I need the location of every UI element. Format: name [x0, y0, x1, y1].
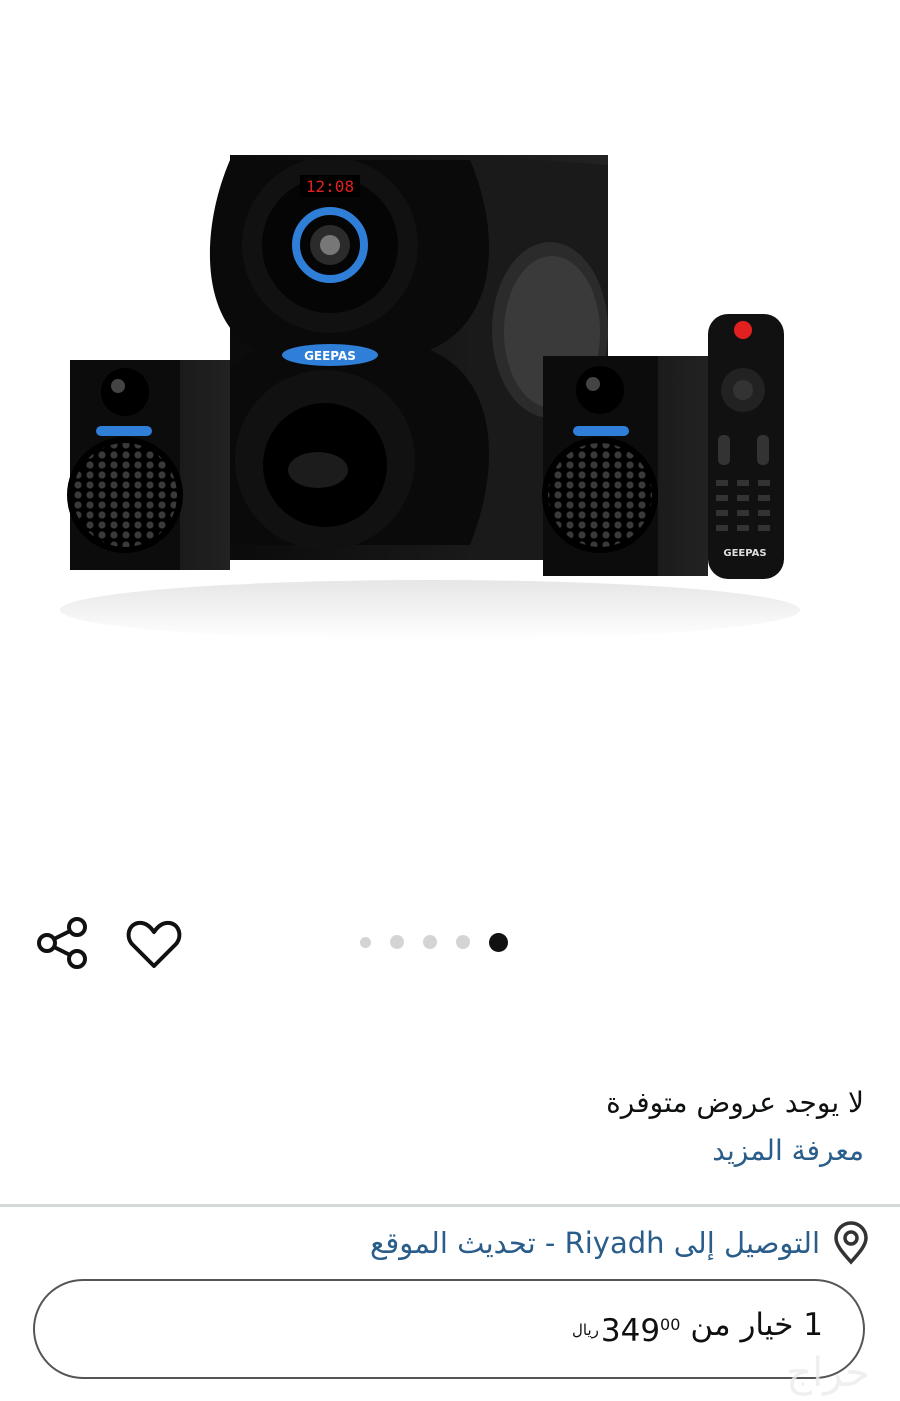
image-pagination — [360, 928, 540, 956]
delivery-location[interactable]: التوصيل إلى Riyadh - تحديث الموقع — [370, 1218, 870, 1268]
price-currency: ريال — [571, 1321, 599, 1339]
pagination-dot-active[interactable] — [489, 932, 508, 952]
buying-options-button[interactable]: 1 خيار من ريال 349 00 — [33, 1279, 865, 1379]
options-count-label: 1 خيار من — [690, 1307, 823, 1343]
learn-more-link[interactable]: معرفة المزيد — [712, 1134, 864, 1167]
pagination-dot[interactable] — [423, 935, 437, 949]
price-fraction: 00 — [660, 1315, 681, 1334]
delivery-location-text[interactable]: التوصيل إلى Riyadh - تحديث الموقع — [370, 1226, 820, 1260]
favorite-button[interactable] — [124, 914, 184, 974]
no-offers-text: لا يوجد عروض متوفرة — [606, 1086, 864, 1119]
price-whole: 349 — [600, 1313, 661, 1349]
brand-label: GEEPAS — [304, 349, 356, 363]
watermark-logo: حراج — [786, 1350, 870, 1396]
pagination-dot[interactable] — [456, 935, 470, 949]
share-icon — [37, 917, 87, 969]
product-image[interactable]: 12:08 GEEPAS GEEPAS — [0, 0, 900, 660]
remote-brand-label: GEEPAS — [723, 548, 766, 559]
heart-icon — [126, 920, 182, 968]
led-display: 12:08 — [306, 177, 354, 196]
share-button[interactable] — [30, 910, 94, 974]
pagination-dot[interactable] — [390, 935, 404, 949]
location-pin-icon — [834, 1221, 868, 1265]
section-divider — [0, 1204, 900, 1207]
price: ريال 349 00 — [572, 1313, 680, 1349]
pagination-dot[interactable] — [360, 936, 371, 948]
